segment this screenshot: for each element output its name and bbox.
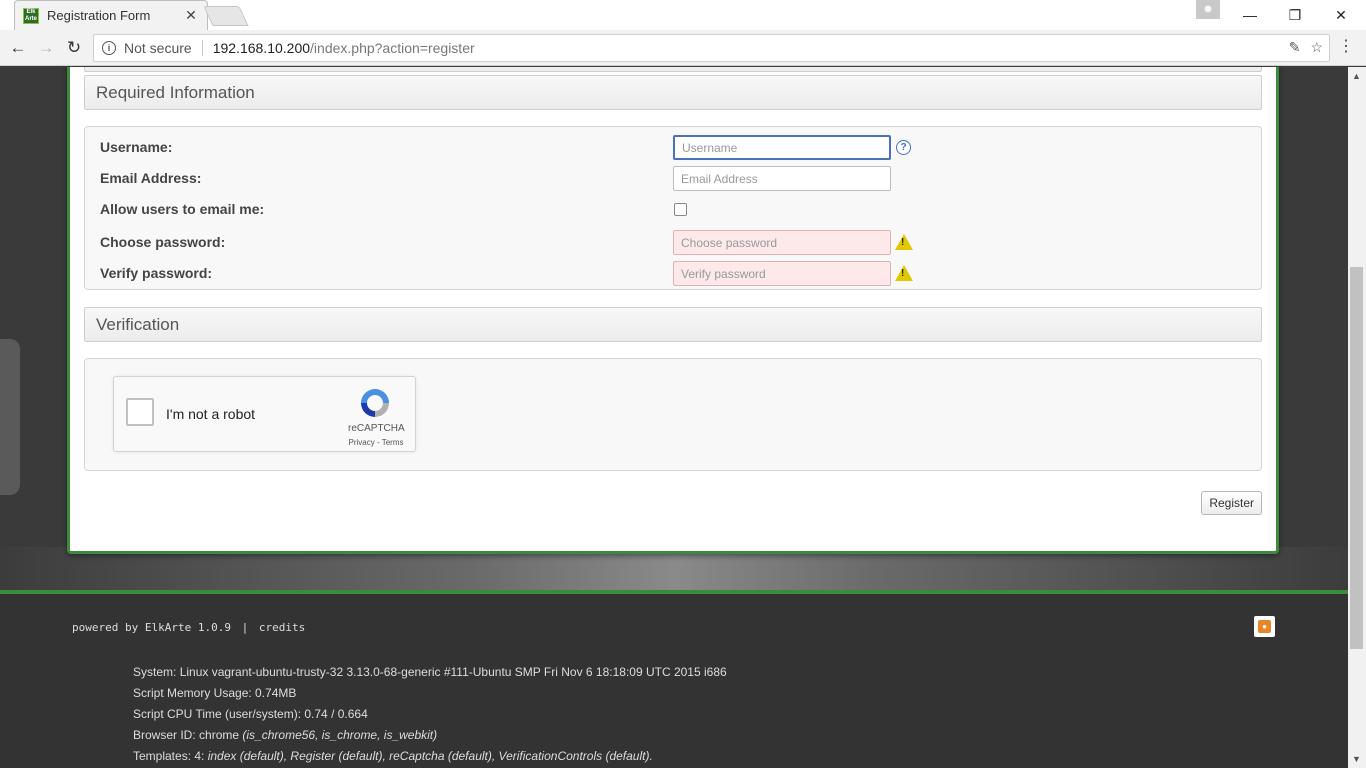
registration-panel: Required Information Username: ? Email A…: [67, 67, 1279, 554]
back-icon[interactable]: ←: [7, 37, 29, 59]
debug-templates-value: index (default), Register (default), reC…: [207, 749, 653, 763]
required-info-title: Required Information: [96, 82, 255, 102]
tab-close-icon[interactable]: ✕: [183, 7, 199, 24]
powered-by: powered by ElkArte 1.0.9 | credits: [72, 621, 305, 634]
debug-cpu-value: 0.74 / 0.664: [304, 707, 368, 721]
debug-system-label: System:: [133, 665, 177, 679]
email-label: Email Address:: [100, 170, 202, 186]
security-label: Not secure: [124, 40, 192, 56]
help-icon[interactable]: ?: [896, 140, 911, 155]
side-panel-handle[interactable]: [0, 339, 20, 495]
debug-memory-label: Script Memory Usage:: [133, 686, 252, 700]
verification-header: Verification: [84, 307, 1262, 342]
help-glyph: ?: [900, 142, 907, 153]
restore-icon[interactable]: ❐: [1272, 0, 1318, 30]
reload-icon[interactable]: ↻: [63, 37, 85, 59]
previous-section-bar: [84, 67, 1262, 72]
tab-title: Registration Form: [47, 8, 151, 23]
credits-link[interactable]: credits: [259, 621, 305, 634]
allow-email-label: Allow users to email me:: [100, 201, 265, 217]
scroll-up-icon[interactable]: ▲: [1352, 71, 1361, 81]
verify-password-input[interactable]: [673, 261, 891, 286]
browser-tab[interactable]: Elk Arte Registration Form ✕: [14, 0, 208, 30]
warning-icon: !: [895, 234, 913, 250]
debug-memory: Script Memory Usage: 0.74MB: [133, 683, 727, 704]
browser-tab-bar: Elk Arte Registration Form ✕ ☻ — ❐ ✕: [0, 0, 1366, 30]
favicon-text-bottom: Arte: [24, 15, 37, 22]
debug-browser: Browser ID: chrome (is_chrome56, is_chro…: [133, 725, 727, 746]
address-separator: [201, 40, 203, 56]
debug-cpu-label: Script CPU Time (user/system):: [133, 707, 302, 721]
page-scrollbar[interactable]: ▲ ▼: [1348, 67, 1366, 768]
address-bar-actions: ✎ ☆: [1289, 39, 1323, 56]
verification-title: Verification: [96, 314, 180, 334]
debug-cpu: Script CPU Time (user/system): 0.74 / 0.…: [133, 704, 727, 725]
debug-browser-label: Browser ID:: [133, 728, 196, 742]
info-icon[interactable]: i: [102, 41, 116, 55]
recaptcha-label: I'm not a robot: [166, 406, 256, 422]
footer-separator: |: [241, 621, 249, 634]
forward-icon[interactable]: →: [35, 37, 57, 59]
rss-icon: ●: [1258, 620, 1271, 633]
verification-body: I'm not a robot reCAPTCHA Privacy - Term…: [84, 358, 1262, 471]
debug-templates: Templates: 4: index (default), Register …: [133, 746, 727, 767]
recaptcha-brand: reCAPTCHA: [348, 423, 405, 434]
warning-glyph: !: [901, 237, 905, 248]
username-label: Username:: [100, 139, 173, 155]
password-row: Choose password: !: [85, 230, 1263, 256]
recaptcha-links[interactable]: Privacy - Terms: [346, 438, 406, 447]
allow-email-checkbox[interactable]: [674, 203, 687, 216]
verify-password-row: Verify password: !: [85, 261, 1263, 287]
recaptcha-checkbox[interactable]: [126, 398, 154, 426]
verify-password-label: Verify password:: [100, 265, 213, 281]
favicon-text-top: Elk: [26, 8, 36, 15]
close-icon[interactable]: ✕: [1318, 0, 1364, 30]
debug-memory-value: 0.74MB: [255, 686, 297, 700]
recaptcha-logo-icon: [361, 389, 389, 417]
password-label: Choose password:: [100, 234, 226, 250]
powered-by-link[interactable]: powered by ElkArte 1.0.9: [72, 621, 231, 634]
required-info-header: Required Information: [84, 75, 1262, 110]
paint-icon[interactable]: ✎: [1289, 39, 1301, 56]
browser-menu-icon[interactable]: ⋮: [1338, 36, 1354, 56]
rss-button[interactable]: ●: [1254, 616, 1275, 637]
scroll-thumb[interactable]: [1350, 267, 1363, 649]
debug-system-value: Linux vagrant-ubuntu-trusty-32 3.13.0-68…: [179, 665, 727, 679]
warning-icon: !: [895, 265, 913, 281]
username-row: Username: ?: [85, 135, 1263, 161]
register-button[interactable]: Register: [1201, 491, 1262, 515]
profile-icon[interactable]: ☻: [1196, 0, 1220, 19]
warning-glyph: !: [901, 268, 905, 279]
bookmark-star-icon[interactable]: ☆: [1310, 39, 1323, 56]
email-input[interactable]: [673, 166, 891, 191]
minimize-icon[interactable]: —: [1227, 0, 1273, 30]
url-host: 192.168.10.200: [212, 40, 311, 56]
debug-browser-value: chrome: [199, 728, 240, 742]
browser-toolbar: ← → ↻ i Not secure 192.168.10.200 /index…: [0, 30, 1366, 66]
password-input[interactable]: [673, 230, 891, 255]
elkarte-favicon-icon: Elk Arte: [23, 7, 39, 24]
url-path: /index.php?action=register: [310, 40, 475, 56]
address-bar[interactable]: i Not secure 192.168.10.200 /index.php?a…: [93, 34, 1330, 62]
username-input[interactable]: [673, 135, 891, 160]
debug-system: System: Linux vagrant-ubuntu-trusty-32 3…: [133, 662, 727, 683]
allow-email-row: Allow users to email me:: [85, 197, 1263, 223]
new-tab-button[interactable]: [203, 6, 249, 26]
debug-browser-detail: (is_chrome56, is_chrome, is_webkit): [242, 728, 438, 742]
recaptcha-widget: I'm not a robot reCAPTCHA Privacy - Term…: [113, 376, 416, 452]
debug-templates-label: Templates: 4:: [133, 749, 205, 763]
page-footer: powered by ElkArte 1.0.9 | credits ● Sys…: [0, 594, 1348, 768]
debug-info: System: Linux vagrant-ubuntu-trusty-32 3…: [133, 662, 727, 767]
required-info-body: Username: ? Email Address: Allow users t…: [84, 126, 1262, 290]
scroll-down-icon[interactable]: ▼: [1352, 754, 1361, 764]
email-row: Email Address:: [85, 166, 1263, 192]
page-viewport: Required Information Username: ? Email A…: [0, 67, 1348, 768]
